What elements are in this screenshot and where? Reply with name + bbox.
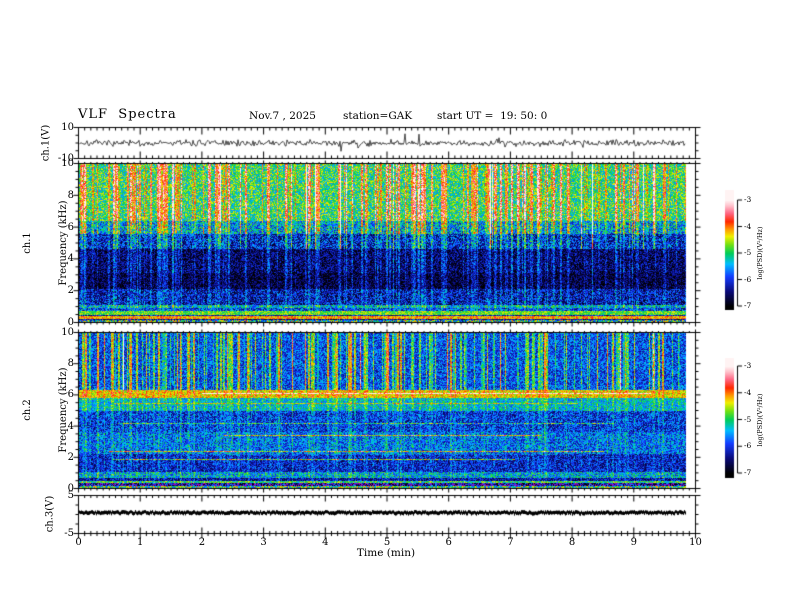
station-label: station=GAK <box>343 110 413 122</box>
ch1-spec-y-tick-label: 2 <box>67 285 74 297</box>
ch3-y-tick-label: 5 <box>67 490 74 501</box>
ch1-spec-y-tick-label: 4 <box>67 253 74 265</box>
colorbar2-tick-label: -7 <box>744 468 752 477</box>
x-axis-title: Time (min) <box>356 547 416 559</box>
colorbar1-tick-label: -6 <box>744 274 752 284</box>
x-tick-label: 1 <box>137 537 144 548</box>
x-tick-label: 2 <box>198 537 206 548</box>
plot-title: VLF Spectra <box>78 107 177 122</box>
colorbar2-tick-label: -5 <box>744 414 752 424</box>
colorbar1-tick-label: -7 <box>744 301 752 310</box>
ch3-y-tick-label: -5 <box>64 528 74 539</box>
ch1-spectrogram-axis-label: ch.1 Frequency (kHz) <box>0 200 94 285</box>
x-tick-label: 4 <box>322 537 329 548</box>
colorbar1-tick-label: -4 <box>744 221 752 231</box>
ch1-axis-label-line1: ch.1 <box>22 232 33 254</box>
ch2-axis-label-line1: ch.2 <box>22 399 33 421</box>
vlf-spectra-figure: VLF Spectra Nov.7 , 2025 station=GAK sta… <box>0 0 792 612</box>
ch2-spectrogram-axis-label: ch.2 Frequency (kHz) <box>0 367 94 452</box>
colorbar1-tick-label: -5 <box>744 248 752 257</box>
ch1-spec-y-tick-label: 6 <box>67 221 74 233</box>
ch2-spec-y-tick-label: 6 <box>67 389 74 401</box>
colorbar2-tick-label: -6 <box>744 441 752 451</box>
ch2-spec-y-tick-label: 4 <box>67 420 74 432</box>
ch1-y-tick-label: 10 <box>61 122 74 133</box>
ch1-spec-y-tick-label: 8 <box>67 189 74 201</box>
ch2-spec-y-tick-label: 8 <box>67 358 74 370</box>
colorbar2-tick-label: -4 <box>744 387 752 397</box>
x-tick-label: 3 <box>260 537 267 548</box>
ch3-voltage-axis-label: ch.3(V) <box>44 495 56 533</box>
ch2-spec-y-tick-label: 2 <box>67 451 74 463</box>
ch2-spec-y-tick-label: 10 <box>61 327 74 338</box>
x-tick-label: 5 <box>383 537 391 548</box>
x-tick-label: 6 <box>445 537 452 548</box>
x-tick-label: 10 <box>689 537 702 548</box>
ch1-spec-y-tick-label: 10 <box>61 158 74 169</box>
colorbar2-tick-label: -3 <box>744 361 752 370</box>
ch1-axis-label-line2: Frequency (kHz) <box>58 200 69 286</box>
x-tick-label: 7 <box>507 537 514 548</box>
colorbar1-tick-label: -3 <box>744 195 752 204</box>
x-tick-label: 9 <box>630 537 637 548</box>
spectra-plot-canvas <box>0 0 792 612</box>
start-ut-label: start UT = 19: 50: 0 <box>437 110 548 122</box>
x-tick-label: 8 <box>568 537 576 548</box>
ch2-axis-label-line2: Frequency (kHz) <box>58 367 69 453</box>
date-label: Nov.7 , 2025 <box>249 110 316 122</box>
